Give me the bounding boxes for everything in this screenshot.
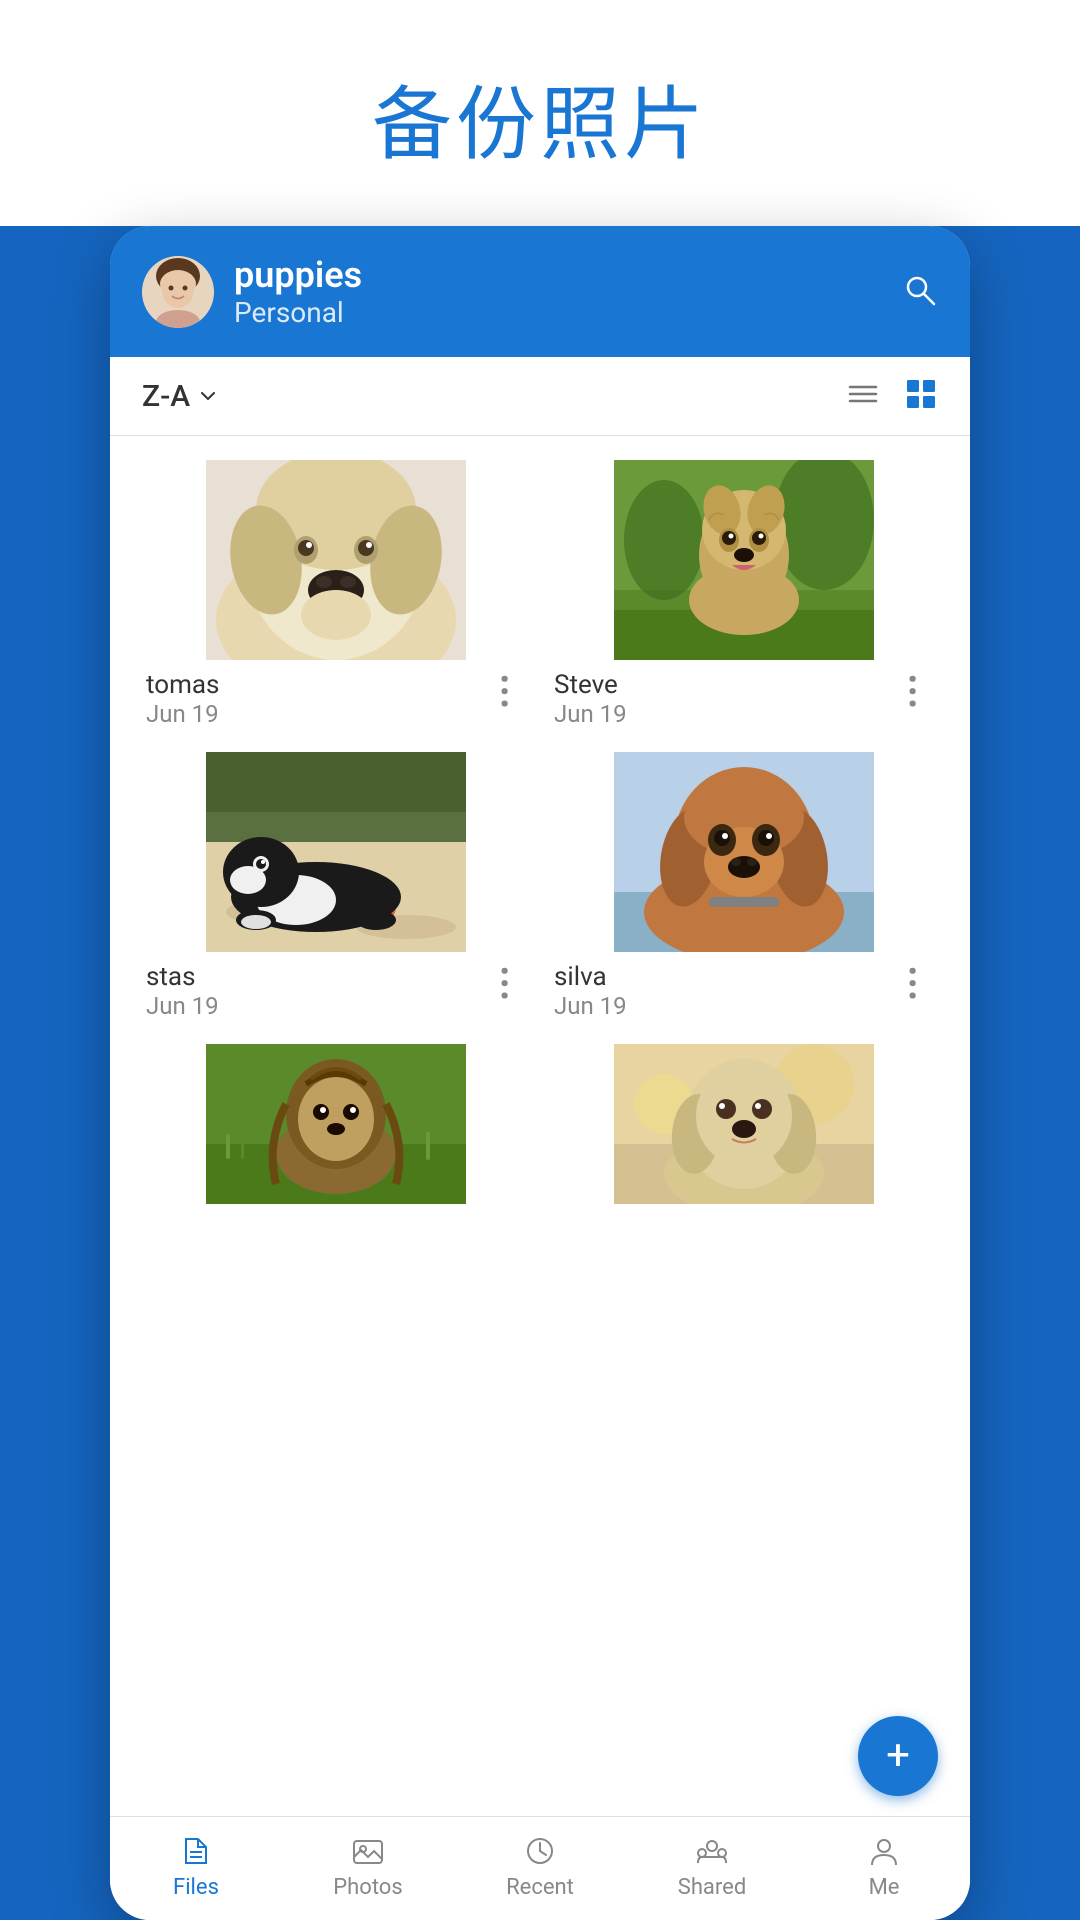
sort-label: Z-A — [142, 379, 190, 414]
list-item[interactable]: stas Jun 19 ••• — [142, 752, 530, 1024]
photos-icon — [350, 1833, 386, 1869]
photo-menu-button[interactable]: ••• — [480, 962, 526, 1007]
list-icon — [846, 377, 880, 411]
photo-name: Steve — [554, 670, 627, 700]
nav-label-files: Files — [173, 1875, 219, 1900]
shared-icon — [694, 1833, 730, 1869]
bottom-nav: Files Photos Recent — [110, 1816, 970, 1920]
photo-thumbnail[interactable] — [142, 752, 530, 952]
photo-info: silva Jun 19 ••• — [550, 952, 938, 1024]
header-info: puppies Personal — [234, 254, 882, 329]
photo-date: Jun 19 — [554, 992, 627, 1020]
photo-thumbnail[interactable] — [142, 1044, 530, 1204]
photo-menu-button[interactable]: ••• — [888, 670, 934, 715]
files-icon — [178, 1833, 214, 1869]
list-item[interactable] — [550, 1044, 938, 1204]
photo-info: Steve Jun 19 ••• — [550, 660, 938, 732]
photo-menu-button[interactable]: ••• — [888, 962, 934, 1007]
list-item[interactable]: Steve Jun 19 ••• — [550, 460, 938, 732]
photo-thumbnail[interactable] — [142, 460, 530, 660]
photo-info: tomas Jun 19 ••• — [142, 660, 530, 732]
header-account-type: Personal — [234, 296, 882, 329]
photo-date: Jun 19 — [146, 992, 219, 1020]
photo-details: stas Jun 19 — [146, 962, 219, 1020]
recent-icon — [522, 1833, 558, 1869]
add-icon: + — [886, 1735, 910, 1777]
me-icon — [866, 1833, 902, 1869]
nav-item-shared[interactable]: Shared — [662, 1833, 762, 1900]
grid-view-button[interactable] — [904, 377, 938, 415]
nav-label-recent: Recent — [506, 1875, 574, 1900]
list-item[interactable]: silva Jun 19 ••• — [550, 752, 938, 1024]
nav-item-recent[interactable]: Recent — [490, 1833, 590, 1900]
photo-thumbnail[interactable] — [550, 752, 938, 952]
photo-name: silva — [554, 962, 627, 992]
search-button[interactable] — [902, 272, 938, 312]
nav-label-me: Me — [869, 1875, 900, 1900]
photo-details: tomas Jun 19 — [146, 670, 219, 728]
nav-item-me[interactable]: Me — [834, 1833, 934, 1900]
view-controls — [846, 377, 938, 415]
phone-mockup: puppies Personal Z-A — [110, 226, 970, 1920]
photo-thumbnail[interactable] — [550, 1044, 938, 1204]
header-account-name: puppies — [234, 254, 882, 296]
grid-icon — [904, 377, 938, 411]
list-view-button[interactable] — [846, 377, 880, 415]
avatar[interactable] — [142, 256, 214, 328]
page-title: 备份照片 — [0, 60, 1080, 176]
content-area: tomas Jun 19 ••• — [110, 436, 970, 1816]
toolbar: Z-A — [110, 357, 970, 436]
photo-name: stas — [146, 962, 219, 992]
sort-control[interactable]: Z-A — [142, 379, 218, 414]
photo-menu-button[interactable]: ••• — [480, 670, 526, 715]
nav-label-shared: Shared — [678, 1875, 746, 1900]
add-button[interactable]: + — [858, 1716, 938, 1796]
photo-date: Jun 19 — [146, 700, 219, 728]
nav-item-files[interactable]: Files — [146, 1833, 246, 1900]
photo-thumbnail[interactable] — [550, 460, 938, 660]
photo-details: Steve Jun 19 — [554, 670, 627, 728]
chevron-down-icon — [198, 386, 218, 406]
app-header: puppies Personal — [110, 226, 970, 357]
photo-details: silva Jun 19 — [554, 962, 627, 1020]
photo-info: stas Jun 19 ••• — [142, 952, 530, 1024]
photo-date: Jun 19 — [554, 700, 627, 728]
nav-label-photos: Photos — [333, 1875, 402, 1900]
photo-name: tomas — [146, 670, 219, 700]
nav-item-photos[interactable]: Photos — [318, 1833, 418, 1900]
list-item[interactable]: tomas Jun 19 ••• — [142, 460, 530, 732]
photo-grid: tomas Jun 19 ••• — [142, 460, 938, 1204]
list-item[interactable] — [142, 1044, 530, 1204]
